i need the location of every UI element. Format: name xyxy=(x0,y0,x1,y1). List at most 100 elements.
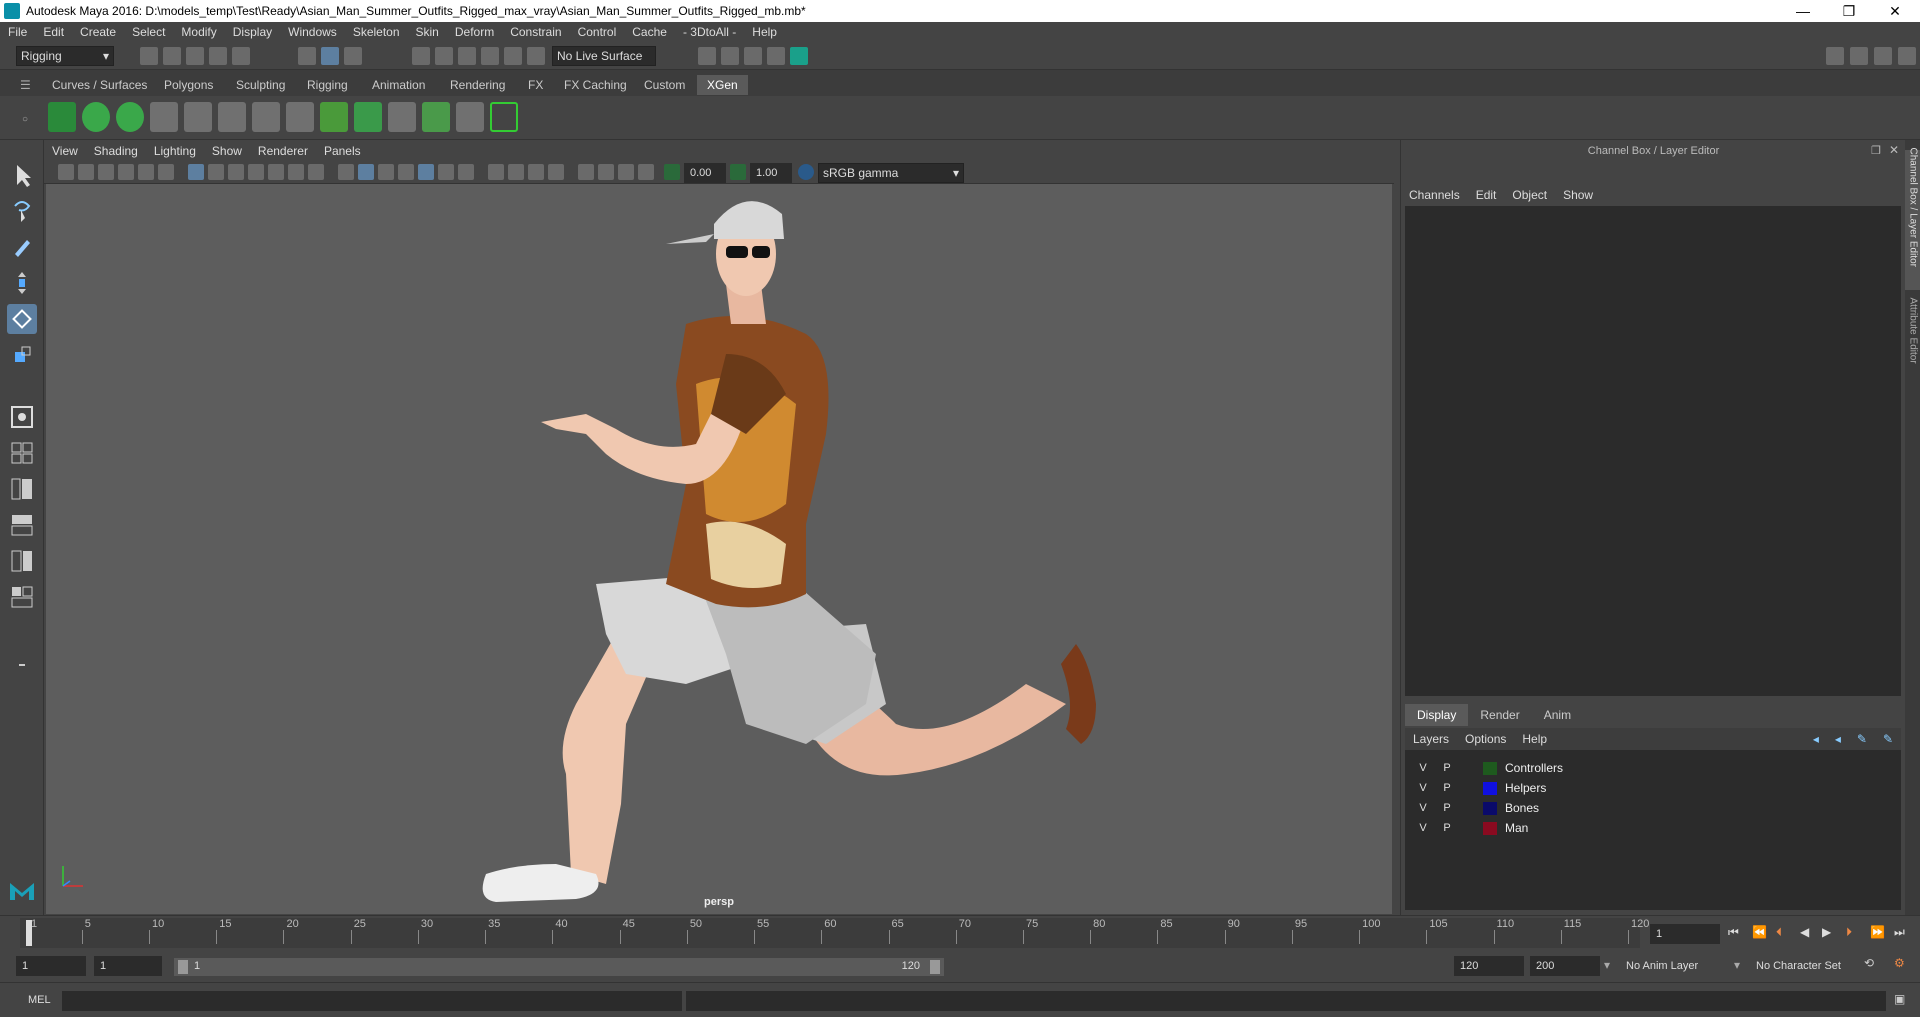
layer-visibility-toggle[interactable]: V xyxy=(1413,798,1433,818)
rotate-tool-icon[interactable] xyxy=(7,304,37,334)
channel-box-area[interactable] xyxy=(1405,206,1901,696)
layer-color-swatch[interactable] xyxy=(1483,822,1497,835)
use-default-material-icon[interactable] xyxy=(398,164,414,180)
xgen-add-guide-icon[interactable] xyxy=(184,102,212,132)
camera-select-icon[interactable] xyxy=(58,164,74,180)
grease-pencil-icon[interactable] xyxy=(158,164,174,180)
layer-visibility-toggle[interactable]: V xyxy=(1413,758,1433,778)
layer-color-swatch[interactable] xyxy=(1483,782,1497,795)
animation-start-field[interactable]: 1 xyxy=(16,956,86,976)
snap-point-icon[interactable] xyxy=(458,47,476,65)
render-frame-icon[interactable] xyxy=(721,47,739,65)
xgen-lock-icon[interactable] xyxy=(286,102,314,132)
layer-playback-toggle[interactable]: P xyxy=(1437,758,1457,778)
hypershade-icon[interactable] xyxy=(790,47,808,65)
color-management-icon[interactable] xyxy=(798,164,814,180)
image-plane-icon[interactable] xyxy=(118,164,134,180)
move-layer-up-icon[interactable]: ◂ xyxy=(1805,732,1827,746)
four-view-layout-icon[interactable] xyxy=(7,438,37,468)
persp-graph-layout-icon[interactable] xyxy=(7,510,37,540)
time-ruler[interactable]: 1 5 10 15 20 25 30 35 40 45 50 55 60 65 70 75 80 85 90 95 10… xyxy=(20,918,1649,948)
tab-xgen[interactable]: XGen xyxy=(697,75,748,95)
side-tab-attribute-editor[interactable]: Attribute Editor xyxy=(1905,298,1920,400)
ambient-occlusion-icon[interactable] xyxy=(488,164,504,180)
view-transform-dropdown[interactable]: sRGB gamma ▾ xyxy=(818,163,964,183)
menu-display[interactable]: Display xyxy=(225,25,280,39)
layer-visibility-toggle[interactable]: V xyxy=(1413,778,1433,798)
select-tool-icon[interactable] xyxy=(7,160,37,190)
grid-toggle-icon[interactable] xyxy=(188,164,204,180)
anim-layer-dropdown[interactable]: No Anim Layer xyxy=(1620,956,1740,976)
layer-playback-toggle[interactable]: P xyxy=(1437,778,1457,798)
gamma-field[interactable]: 1.00 xyxy=(750,163,792,183)
chevron-down-icon[interactable]: ▾ xyxy=(1604,958,1610,972)
tab-polygons[interactable]: Polygons xyxy=(154,75,223,95)
outliner-layout-icon[interactable] xyxy=(7,582,37,612)
layer-visibility-toggle[interactable]: V xyxy=(1413,818,1433,838)
range-slider[interactable]: 1 120 xyxy=(174,958,944,976)
2d-pan-zoom-icon[interactable] xyxy=(138,164,154,180)
side-tab-channel-box[interactable]: Channel Box / Layer Editor xyxy=(1905,148,1920,290)
close-panel-icon[interactable]: ✕ xyxy=(1889,143,1899,157)
playback-end-field[interactable]: 120 xyxy=(1454,956,1524,976)
menu-select[interactable]: Select xyxy=(124,25,173,39)
menuset-dropdown[interactable]: Rigging ▾ xyxy=(16,46,114,66)
resolution-gate-icon[interactable] xyxy=(228,164,244,180)
undo-icon[interactable] xyxy=(209,47,227,65)
minimize-button[interactable]: — xyxy=(1780,0,1826,22)
playback-start-field[interactable]: 1 xyxy=(94,956,162,976)
new-layer-selected-icon[interactable]: ✎ xyxy=(1875,732,1901,746)
step-back-frame-icon[interactable]: ⏴ xyxy=(1776,925,1782,940)
command-language-label[interactable]: MEL xyxy=(28,994,51,1006)
xgen-place-guide-icon[interactable] xyxy=(218,102,246,132)
tab-animation[interactable]: Animation xyxy=(362,75,435,95)
xgen-guide-icon[interactable] xyxy=(150,102,178,132)
layer-row[interactable]: V P Controllers xyxy=(1405,758,1901,778)
shadows-icon[interactable] xyxy=(458,164,474,180)
maya-home-icon[interactable] xyxy=(7,875,37,905)
tab-sculpting[interactable]: Sculpting xyxy=(226,75,295,95)
range-start-handle[interactable] xyxy=(178,960,188,974)
menu-control[interactable]: Control xyxy=(570,25,625,39)
cb-menu-edit[interactable]: Edit xyxy=(1468,188,1505,202)
xgen-grass-icon[interactable] xyxy=(320,102,348,132)
open-scene-icon[interactable] xyxy=(163,47,181,65)
viewport-menu-lighting[interactable]: Lighting xyxy=(146,144,204,158)
persp-outliner-layout-icon[interactable] xyxy=(7,474,37,504)
xray-components-icon[interactable] xyxy=(638,164,654,180)
menu-create[interactable]: Create xyxy=(72,25,124,39)
step-forward-key-icon[interactable]: ⏩ xyxy=(1870,925,1885,939)
tab-custom[interactable]: Custom xyxy=(634,75,695,95)
paint-select-tool-icon[interactable] xyxy=(7,232,37,262)
menu-modify[interactable]: Modify xyxy=(173,25,224,39)
tool-settings-toggle-icon[interactable] xyxy=(1874,47,1892,65)
tab-display[interactable]: Display xyxy=(1405,704,1469,726)
go-to-start-icon[interactable]: ⏮ xyxy=(1728,925,1739,940)
new-empty-layer-icon[interactable]: ✎ xyxy=(1849,732,1875,746)
xray-icon[interactable] xyxy=(598,164,614,180)
xgen-editor-icon[interactable] xyxy=(48,102,76,132)
tab-fx-caching[interactable]: FX Caching xyxy=(554,75,637,95)
select-component-icon[interactable] xyxy=(344,47,362,65)
le-menu-options[interactable]: Options xyxy=(1457,732,1514,746)
xgen-layer-icon[interactable] xyxy=(354,102,382,132)
menu-constrain[interactable]: Constrain xyxy=(502,25,569,39)
xgen-description-icon[interactable] xyxy=(116,102,144,132)
move-tool-icon[interactable] xyxy=(7,268,37,298)
animation-end-field[interactable]: 200 xyxy=(1530,956,1600,976)
menu-edit[interactable]: Edit xyxy=(35,25,72,39)
viewport-menu-panels[interactable]: Panels xyxy=(316,144,369,158)
le-menu-layers[interactable]: Layers xyxy=(1405,732,1457,746)
gate-mask-icon[interactable] xyxy=(248,164,264,180)
shelf-options-icon[interactable]: ○ xyxy=(22,114,28,125)
textured-icon[interactable] xyxy=(418,164,434,180)
tab-curves-surfaces[interactable]: Curves / Surfaces xyxy=(42,75,157,95)
cb-menu-channels[interactable]: Channels xyxy=(1401,188,1468,202)
xgen-cut-icon[interactable] xyxy=(456,102,484,132)
menu-windows[interactable]: Windows xyxy=(280,25,345,39)
snap-view-icon[interactable] xyxy=(481,47,499,65)
use-all-lights-icon[interactable] xyxy=(438,164,454,180)
toolbox-more-icon[interactable] xyxy=(7,650,37,680)
menu-cache[interactable]: Cache xyxy=(624,25,675,39)
layer-color-swatch[interactable] xyxy=(1483,802,1497,815)
